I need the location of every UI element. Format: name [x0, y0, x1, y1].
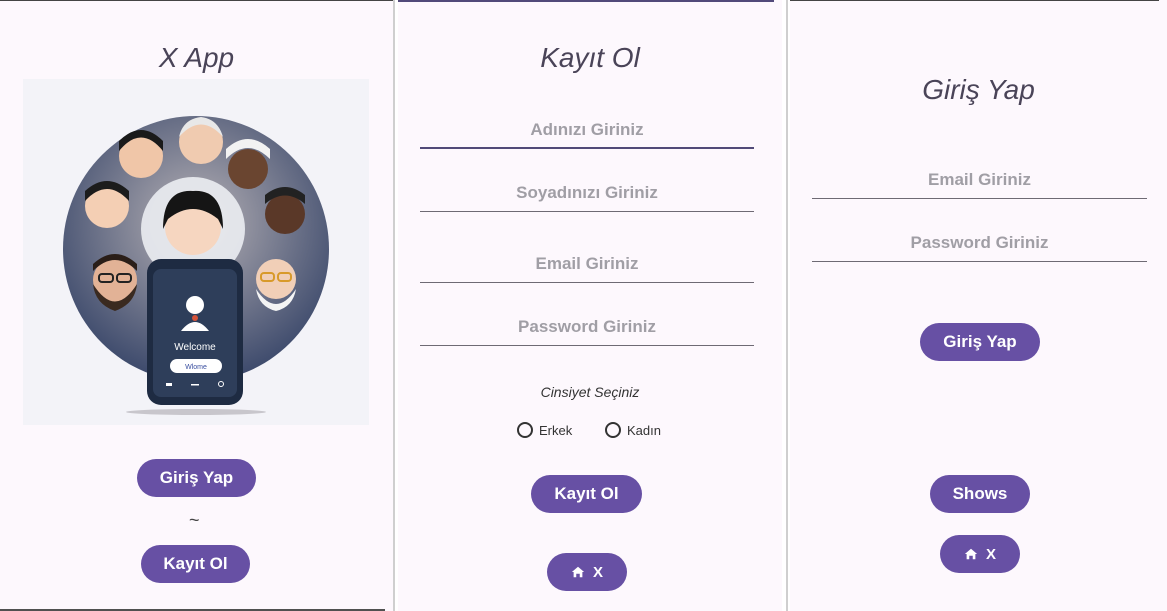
radio-kadin[interactable]: Kadın	[605, 422, 661, 438]
radio-erkek[interactable]: Erkek	[517, 422, 572, 438]
home-icon	[964, 548, 978, 560]
page-title: X App	[158, 42, 235, 73]
people-illustration: Welcome Wlome	[63, 116, 329, 415]
phone-field-text: Wlome	[185, 364, 207, 371]
home-icon	[571, 566, 585, 578]
separator-tilde: ~	[189, 510, 200, 530]
last-name-field[interactable]	[420, 176, 754, 212]
home-button[interactable]: X	[547, 553, 627, 591]
phone-welcome-text: Welcome	[174, 342, 216, 353]
email-field[interactable]	[420, 247, 754, 283]
user-icon	[186, 296, 204, 314]
radio-circle[interactable]	[517, 422, 533, 438]
gender-label: Cinsiyet Seçiniz	[540, 384, 640, 400]
home-button-label: X	[985, 545, 996, 563]
welcome-screen: X App Welcome Wlome Giriş Yap ~ Kayıt Ol	[0, 0, 393, 611]
password-input[interactable]	[812, 226, 1147, 260]
login-button[interactable]: Giriş Yap	[920, 323, 1040, 361]
login-screen: Giriş Yap Giriş Yap Shows X	[790, 0, 1167, 611]
password-field[interactable]	[420, 310, 754, 346]
hero-illustration: Welcome Wlome	[23, 79, 369, 425]
home-button-label: X	[592, 563, 603, 581]
login-button[interactable]: Giriş Yap	[137, 459, 256, 497]
radio-label: Kadın	[627, 422, 661, 438]
register-screen: Kayıt Ol Cinsiyet Seçiniz Erkek Kadın Ka…	[398, 0, 782, 611]
top-accent-bar	[398, 0, 774, 2]
panel-divider	[786, 0, 788, 611]
shows-button[interactable]: Shows	[930, 475, 1030, 513]
register-button[interactable]: Kayıt Ol	[141, 545, 250, 583]
first-name-input[interactable]	[420, 113, 754, 147]
email-input[interactable]	[812, 163, 1147, 197]
top-divider	[790, 0, 1159, 1]
last-name-input[interactable]	[420, 176, 754, 210]
register-button[interactable]: Kayıt Ol	[531, 475, 642, 513]
radio-circle[interactable]	[605, 422, 621, 438]
page-title: Kayıt Ol	[540, 42, 640, 73]
panel-divider	[393, 0, 395, 611]
page-title: Giriş Yap	[922, 74, 1035, 105]
top-divider	[0, 0, 393, 1]
email-field[interactable]	[812, 163, 1147, 199]
home-button[interactable]: X	[940, 535, 1020, 573]
password-input[interactable]	[420, 310, 754, 344]
radio-label: Erkek	[539, 422, 573, 438]
first-name-field[interactable]	[420, 113, 754, 149]
email-input[interactable]	[420, 247, 754, 281]
password-field[interactable]	[812, 226, 1147, 262]
